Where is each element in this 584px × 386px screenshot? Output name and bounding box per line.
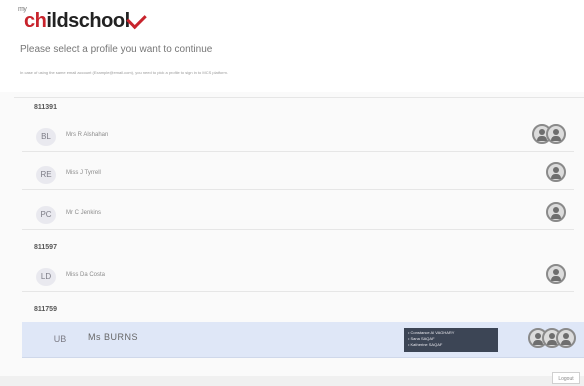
linked-users — [528, 328, 576, 352]
user-icon — [546, 264, 566, 284]
profile-name: Mr C Jenkins — [66, 210, 102, 216]
page-header: my childschool Please select a profile y… — [0, 0, 584, 92]
user-icon — [556, 328, 576, 348]
profile-name: Ms BURNS — [88, 332, 139, 342]
logo-text: childschool — [24, 10, 130, 32]
linked-users — [546, 162, 566, 186]
logout-button[interactable]: Logout — [552, 372, 580, 384]
avatar: BL — [36, 128, 56, 146]
group-title: 811759 — [34, 306, 57, 313]
user-icon — [546, 202, 566, 222]
profile-row[interactable]: LD Miss Da Costa — [22, 260, 574, 292]
linked-users — [532, 124, 566, 148]
avatar: PC — [36, 206, 56, 224]
footer-bar — [0, 376, 584, 386]
avatar: UB — [53, 334, 67, 344]
divider — [14, 97, 584, 98]
profile-row[interactable]: RE Miss J Tyrrell — [22, 158, 574, 190]
linked-users — [546, 202, 566, 226]
avatar: LD — [36, 268, 56, 286]
profile-row-selected[interactable]: UB Ms BURNS — [22, 322, 584, 358]
info-notice: In case of using the same email account … — [20, 70, 228, 75]
profile-row[interactable]: BL Mrs R Alshahan — [22, 120, 574, 152]
avatar: RE — [36, 166, 56, 184]
linked-users — [546, 264, 566, 288]
page-title: Please select a profile you want to cont… — [20, 44, 213, 55]
profile-name: Mrs R Alshahan — [66, 132, 109, 138]
tooltip-item: Katherine SAQAF — [408, 342, 494, 348]
linked-users-tooltip: Constance Al VAGHARY Sana SAQAF Katherin… — [404, 328, 498, 352]
group-title: 811597 — [34, 244, 57, 251]
profile-name: Miss Da Costa — [66, 272, 106, 278]
profile-name: Miss J Tyrrell — [66, 170, 101, 176]
group-title: 811391 — [34, 104, 57, 111]
user-icon — [546, 124, 566, 144]
user-icon — [546, 162, 566, 182]
profile-row[interactable]: PC Mr C Jenkins — [22, 198, 574, 230]
